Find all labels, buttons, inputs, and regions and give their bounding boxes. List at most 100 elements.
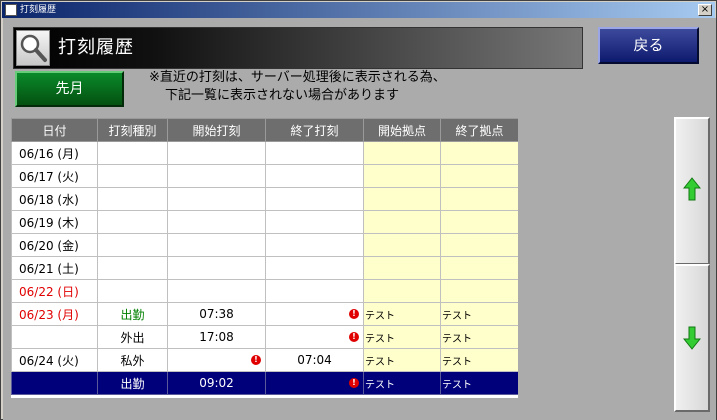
start-cell	[167, 164, 266, 188]
start-cell: !	[167, 348, 266, 372]
start-cell	[167, 233, 266, 257]
date-cell	[11, 325, 98, 349]
end-base-cell	[440, 279, 518, 303]
window-title: 打刻履歴	[20, 5, 57, 15]
table-row[interactable]: 06/18 (水)	[11, 187, 518, 211]
arrow-down-icon	[683, 326, 701, 350]
type-cell: 出勤	[97, 302, 168, 326]
start-base-cell	[363, 256, 441, 280]
arrow-up-icon	[683, 177, 701, 201]
table-header-row: 日付 打刻種別 開始打刻 終了打刻 開始拠点 終了拠点	[11, 118, 518, 142]
page-title: 打刻履歴	[58, 37, 134, 58]
table-row[interactable]: 06/22 (日)	[11, 279, 518, 303]
date-cell: 06/24 (火)	[11, 348, 98, 372]
table-row[interactable]: 06/20 (金)	[11, 233, 518, 257]
start-base-cell	[363, 233, 441, 257]
type-cell: 私外	[97, 348, 168, 372]
date-cell: 06/22 (日)	[11, 279, 98, 303]
end-cell	[265, 279, 364, 303]
type-cell	[97, 256, 168, 280]
end-base-cell	[440, 256, 518, 280]
table-row[interactable]: 06/16 (月)	[11, 141, 518, 165]
date-cell: 06/21 (土)	[11, 256, 98, 280]
date-cell: 06/16 (月)	[11, 141, 98, 165]
start-base-cell	[363, 210, 441, 234]
start-cell	[167, 279, 266, 303]
start-cell: 17:08	[167, 325, 266, 349]
back-button[interactable]: 戻る	[598, 27, 699, 64]
date-cell	[11, 371, 98, 395]
end-base-cell	[440, 187, 518, 211]
table-row[interactable]: 06/24 (火) 私外 ! 07:04 テスト テスト	[11, 348, 518, 372]
end-base-cell	[440, 210, 518, 234]
end-cell	[265, 187, 364, 211]
close-button[interactable]: ×	[698, 4, 712, 16]
type-cell	[97, 141, 168, 165]
type-cell	[97, 187, 168, 211]
notice-text: ※直近の打刻は、サーバー処理後に表示される為、 下記一覧に表示されない場合があり…	[149, 69, 589, 105]
start-cell	[167, 141, 266, 165]
column-header-start-punch: 開始打刻	[167, 118, 266, 142]
table-row[interactable]: 06/19 (木)	[11, 210, 518, 234]
client-area: 打刻履歴 戻る 先月 ※直近の打刻は、サーバー処理後に表示される為、 下記一覧に…	[3, 18, 716, 420]
end-cell	[265, 256, 364, 280]
start-cell	[167, 256, 266, 280]
date-cell: 06/19 (木)	[11, 210, 98, 234]
table-row[interactable]: 外出 17:08 ! テスト テスト	[11, 325, 518, 349]
end-cell	[265, 141, 364, 165]
type-cell	[97, 210, 168, 234]
date-cell: 06/20 (金)	[11, 233, 98, 257]
table-row[interactable]: 06/21 (土)	[11, 256, 518, 280]
end-cell	[265, 233, 364, 257]
alert-icon: !	[251, 355, 261, 365]
punch-history-table: 日付 打刻種別 開始打刻 終了打刻 開始拠点 終了拠点 06/16 (月) 06…	[11, 118, 518, 398]
column-header-start-base: 開始拠点	[363, 118, 441, 142]
start-base-cell	[363, 164, 441, 188]
end-cell: !	[265, 302, 364, 326]
table-row-selected[interactable]: 出勤 09:02 ! テスト テスト	[11, 371, 518, 395]
alert-icon: !	[349, 309, 359, 319]
date-cell: 06/18 (水)	[11, 187, 98, 211]
notice-line-1: ※直近の打刻は、サーバー処理後に表示される為、	[149, 70, 446, 85]
date-cell: 06/17 (火)	[11, 164, 98, 188]
start-base-cell	[363, 141, 441, 165]
table-row[interactable]: 06/23 (月) 出勤 07:38 ! テスト テスト	[11, 302, 518, 326]
end-cell: 07:04	[265, 348, 364, 372]
date-cell: 06/23 (月)	[11, 302, 98, 326]
table-row[interactable]: 06/17 (火)	[11, 164, 518, 188]
search-icon	[16, 30, 50, 66]
app-icon	[5, 4, 17, 16]
end-base-cell	[440, 164, 518, 188]
end-base-cell: テスト	[440, 325, 518, 349]
end-cell	[265, 210, 364, 234]
start-base-cell: テスト	[363, 348, 441, 372]
type-cell: 外出	[97, 325, 168, 349]
start-base-cell: テスト	[363, 371, 441, 395]
start-base-cell	[363, 279, 441, 303]
end-base-cell: テスト	[440, 371, 518, 395]
type-cell: 出勤	[97, 371, 168, 395]
type-cell	[97, 164, 168, 188]
start-cell	[167, 210, 266, 234]
column-header-type: 打刻種別	[97, 118, 168, 142]
start-base-cell: テスト	[363, 325, 441, 349]
scroll-down-button[interactable]	[674, 264, 710, 412]
end-base-cell: テスト	[440, 348, 518, 372]
column-header-date: 日付	[11, 118, 98, 142]
end-cell: !	[265, 325, 364, 349]
start-cell: 07:38	[167, 302, 266, 326]
start-base-cell: テスト	[363, 302, 441, 326]
scroll-up-button[interactable]	[674, 117, 710, 265]
type-cell	[97, 233, 168, 257]
column-header-end-punch: 終了打刻	[265, 118, 364, 142]
alert-icon: !	[349, 378, 359, 388]
end-base-cell	[440, 233, 518, 257]
start-cell: 09:02	[167, 371, 266, 395]
type-cell	[97, 279, 168, 303]
app-window: 打刻履歴 × 打刻履歴 戻る 先月 ※直近の打刻は、サーバー処理後に表示される為…	[0, 0, 717, 420]
prev-month-button[interactable]: 先月	[15, 71, 124, 107]
end-cell: !	[265, 371, 364, 395]
notice-line-2: 下記一覧に表示されない場合があります	[165, 88, 400, 103]
header-bar: 打刻履歴	[13, 27, 583, 69]
end-cell	[265, 164, 364, 188]
